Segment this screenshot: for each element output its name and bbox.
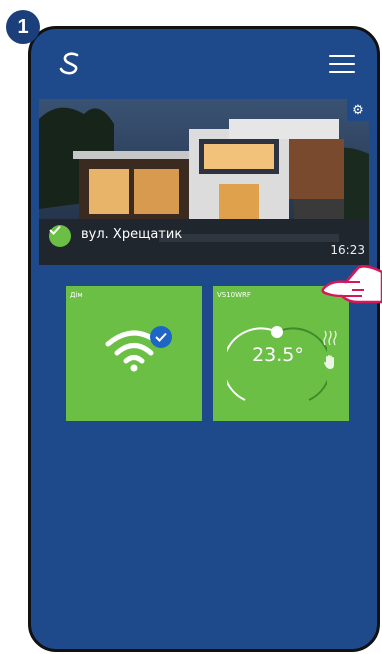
home-name: вул. Хрещатик bbox=[81, 227, 183, 242]
connected-check-icon bbox=[150, 326, 172, 348]
tile-label: VS10WRF bbox=[217, 291, 251, 299]
step-number-badge: 1 bbox=[6, 10, 40, 44]
dial-handle[interactable] bbox=[271, 326, 283, 338]
settings-gear-icon[interactable]: ⚙ bbox=[347, 99, 369, 121]
manual-hand-icon bbox=[324, 355, 334, 369]
home-status-check-icon bbox=[49, 225, 71, 247]
heating-icon bbox=[323, 330, 337, 346]
device-tile-gateway[interactable]: Дім bbox=[66, 286, 202, 421]
temperature-value: 23.5° bbox=[252, 344, 304, 366]
salus-logo-icon bbox=[59, 52, 79, 75]
device-tile-thermostat[interactable]: VS10WRF 23.5° bbox=[213, 286, 349, 421]
temperature-dial bbox=[227, 326, 327, 401]
pointing-hand-icon bbox=[321, 265, 382, 304]
hamburger-menu-icon[interactable] bbox=[329, 55, 355, 73]
phone-screen: ⚙ вул. Хрещатик 16:23 Дім VS10WRF 23.5° bbox=[28, 26, 380, 652]
home-card[interactable]: ⚙ вул. Хрещатик 16:23 bbox=[39, 99, 369, 265]
top-bar bbox=[31, 29, 377, 93]
home-time: 16:23 bbox=[330, 243, 365, 257]
tile-label: Дім bbox=[70, 291, 83, 299]
